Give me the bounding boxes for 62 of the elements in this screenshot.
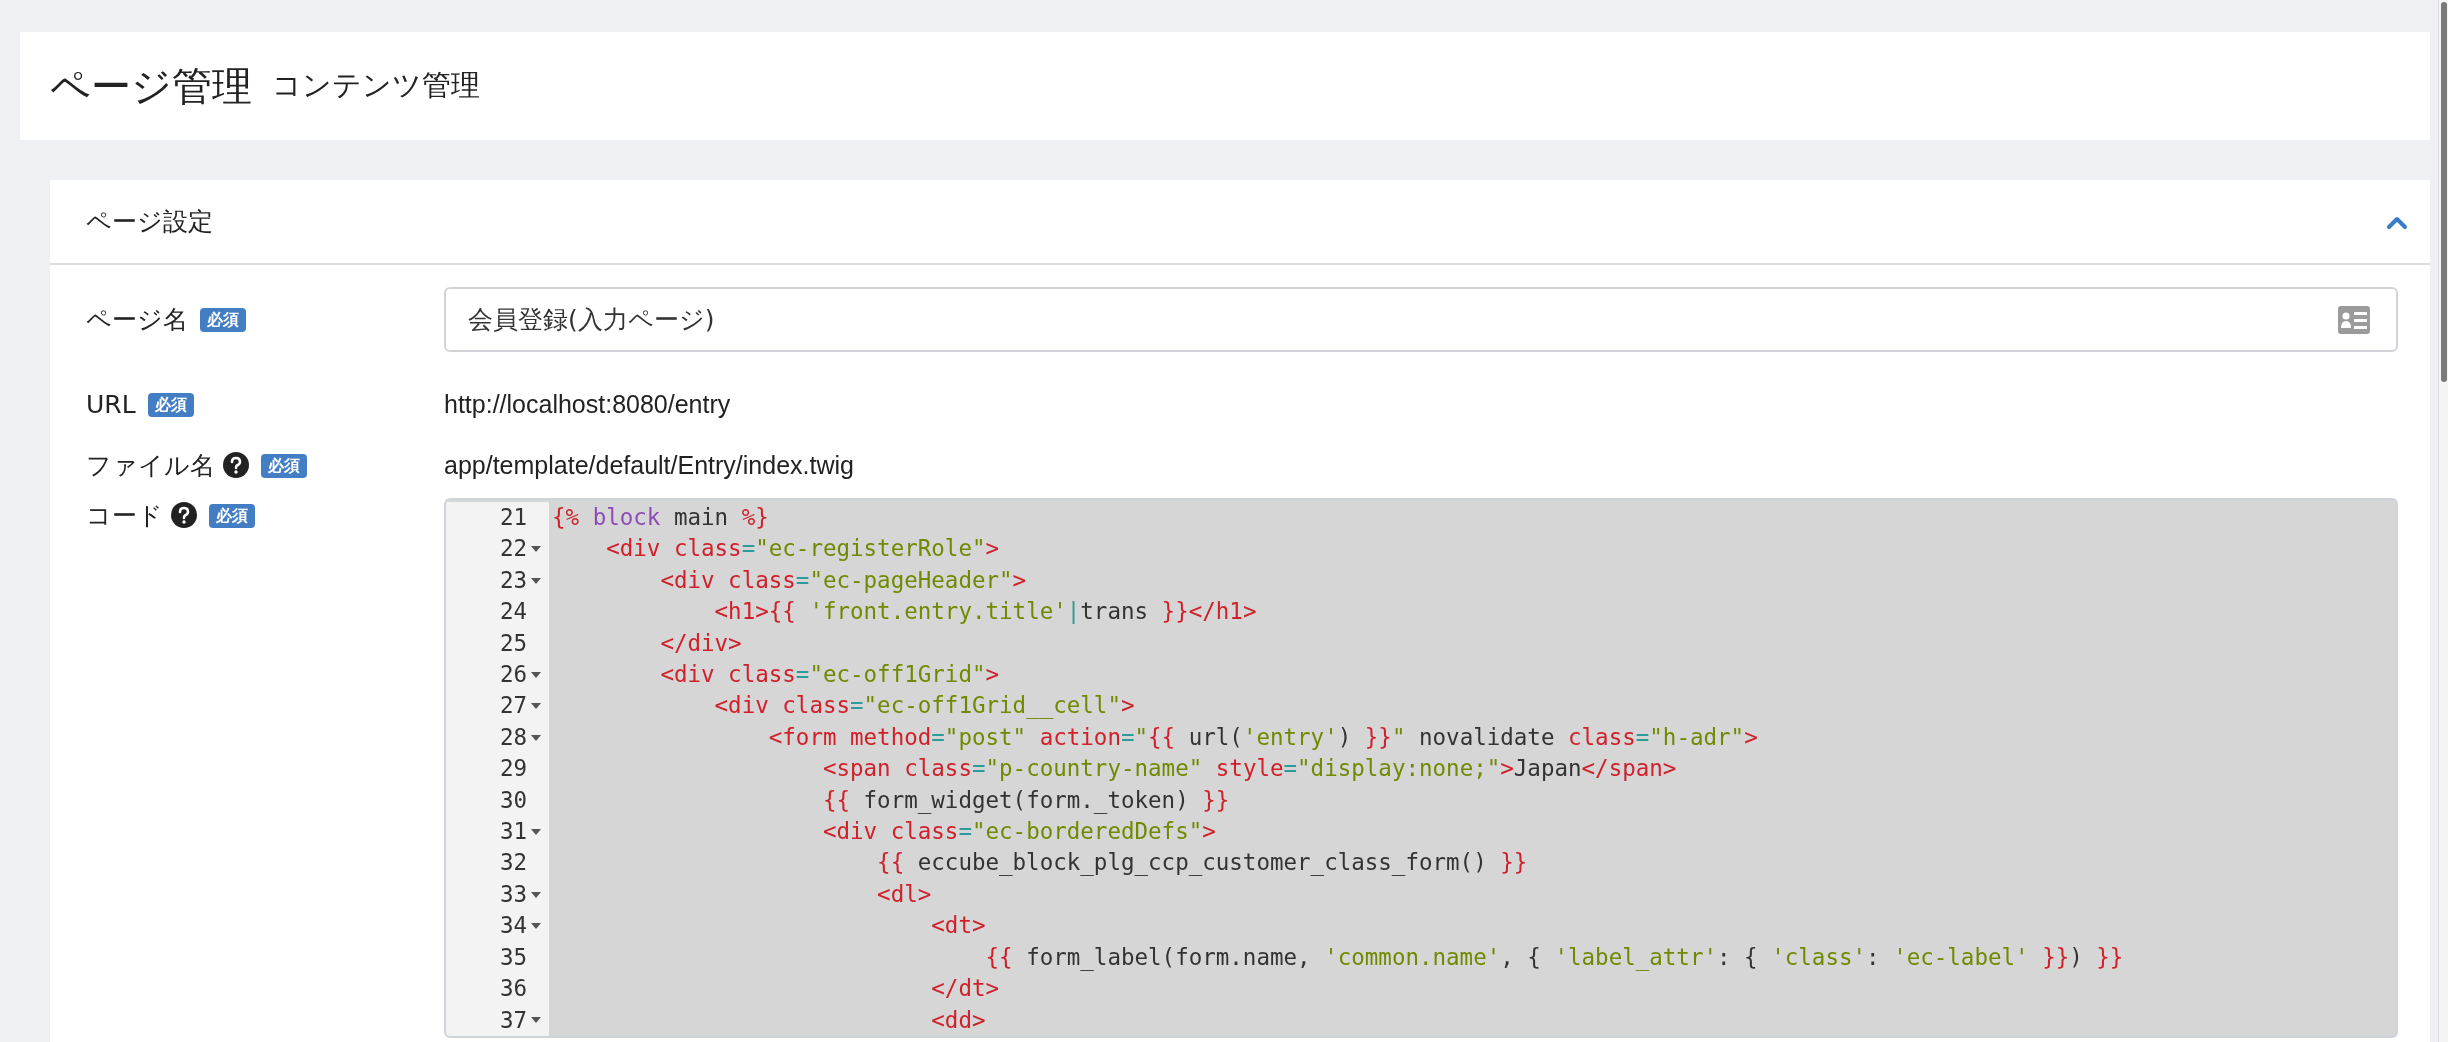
required-badge: 必須 xyxy=(200,307,246,332)
code-line: <div class="ec-off1Grid__cell"> xyxy=(713,691,1135,721)
line-number: 36 xyxy=(499,974,527,1004)
code-line: <div class="ec-pageHeader"> xyxy=(659,565,1027,595)
line-number: 24 xyxy=(499,597,527,627)
line-number: 26 xyxy=(499,660,527,690)
line-number: 28 xyxy=(499,722,527,752)
field-label: ページ名 xyxy=(86,303,188,336)
line-number: 35 xyxy=(499,942,527,972)
line-number: 29 xyxy=(499,754,527,784)
fold-triangle-icon[interactable] xyxy=(531,891,541,898)
code-line: <h1>{{ 'front.entry.title'|trans }}</h1> xyxy=(713,597,1257,627)
line-number: 30 xyxy=(499,785,527,815)
line-number: 31 xyxy=(499,817,527,847)
line-number: 22 xyxy=(499,534,527,564)
fold-triangle-icon[interactable] xyxy=(531,828,541,835)
line-number: 27 xyxy=(499,691,527,721)
required-badge: 必須 xyxy=(209,504,255,528)
scrollbar[interactable] xyxy=(2438,0,2448,1042)
code-line: {{ eccube_block_plg_ccp_customer_class_form() }} xyxy=(876,848,1528,878)
field-value: http://localhost:8080/entry xyxy=(444,389,731,418)
field-label: コード xyxy=(86,500,163,532)
fold-triangle-icon[interactable] xyxy=(531,1017,541,1024)
code-line: {% block main %} xyxy=(551,503,769,532)
fold-triangle-icon[interactable] xyxy=(531,734,541,741)
line-number: 34 xyxy=(499,911,527,941)
card-title: ページ設定 xyxy=(86,205,213,238)
field-label: URL xyxy=(86,388,136,421)
code-line: <dd> xyxy=(930,1005,986,1035)
code-line: <form method="post" action="{{ url('entry') }}" novalidate class="h-adr"> xyxy=(767,722,1758,752)
page-subtitle: コンテンツ管理 xyxy=(272,67,480,105)
code-line: <span class="p-country-name" style="display:none;">Japan</span> xyxy=(821,754,1677,784)
required-badge: 必須 xyxy=(147,392,194,417)
code-line: </div> xyxy=(659,628,742,658)
code-line: {{ form_widget(form._token) }} xyxy=(821,785,1230,816)
help-icon[interactable] xyxy=(171,502,197,528)
fold-triangle-icon[interactable] xyxy=(531,546,541,553)
line-number: 32 xyxy=(499,848,527,878)
code-line: {{ form_label(form.name, 'common.name', { 'label_attr': { 'class': 'ec-label' }}) }} xyxy=(984,942,2124,973)
field-label: ファイル名 xyxy=(86,449,215,482)
required-badge: 必須 xyxy=(261,453,307,478)
fold-triangle-icon[interactable] xyxy=(531,577,541,584)
line-number: 23 xyxy=(499,565,527,595)
code-line: <div class="ec-borderedDefs"> xyxy=(821,817,1216,847)
page-name-field[interactable]: 会員登録(入力ページ) xyxy=(444,287,2398,352)
contact-card-icon[interactable] xyxy=(2338,305,2370,334)
field-value: app/template/default/Entry/index.twig xyxy=(444,450,854,479)
fold-triangle-icon[interactable] xyxy=(531,671,541,678)
line-number: 21 xyxy=(499,503,527,532)
code-line: <div class="ec-off1Grid"> xyxy=(659,660,1000,690)
page-title: ページ管理 xyxy=(50,62,252,111)
help-icon[interactable] xyxy=(223,451,249,478)
line-number: 37 xyxy=(499,1005,527,1035)
line-number: 25 xyxy=(499,628,527,658)
code-line: </dt> xyxy=(930,974,1000,1004)
code-line: <div class="ec-registerRole"> xyxy=(605,534,1000,564)
code-line: <dl> xyxy=(876,879,932,909)
code-line: <dt> xyxy=(930,911,986,941)
code-editor[interactable] xyxy=(444,498,2398,1038)
fold-triangle-icon[interactable] xyxy=(531,923,541,929)
fold-triangle-icon[interactable] xyxy=(531,703,541,710)
line-number: 33 xyxy=(499,879,527,909)
